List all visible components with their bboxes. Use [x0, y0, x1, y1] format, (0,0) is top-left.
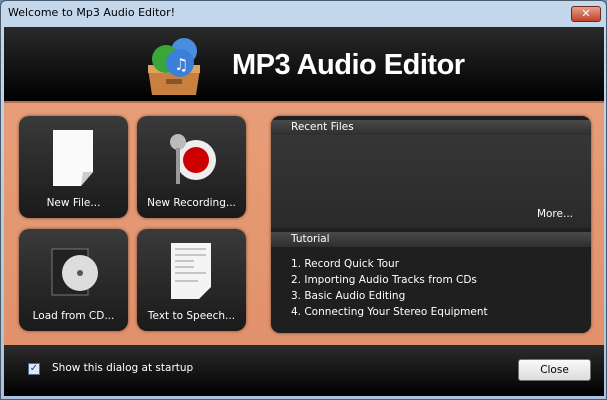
show-at-startup-label[interactable]: Show this dialog at startup — [52, 362, 193, 374]
load-from-cd-tile[interactable]: Load from CD... — [19, 229, 128, 331]
cd-case-icon — [51, 248, 98, 296]
new-file-tile[interactable]: New File... — [19, 116, 128, 218]
window-close-button[interactable]: ✕ — [571, 6, 601, 22]
close-button[interactable]: Close — [518, 359, 591, 381]
svg-text:♫: ♫ — [174, 55, 188, 74]
header-banner: ♫ MP3 Audio Editor — [4, 27, 604, 101]
tile-label: Load from CD... — [32, 310, 115, 322]
tutorial-link[interactable]: 3. Basic Audio Editing — [291, 288, 488, 304]
window-title: Welcome to Mp3 Audio Editor! — [8, 6, 176, 19]
main-panel: New File... New Recording... Load from C… — [4, 101, 604, 345]
tutorial-link[interactable]: 2. Importing Audio Tracks from CDs — [291, 272, 488, 288]
info-panel: Recent Files More... Tutorial 1. Record … — [271, 116, 591, 333]
text-to-speech-tile[interactable]: Text to Speech... — [137, 229, 246, 331]
new-recording-tile[interactable]: New Recording... — [137, 116, 246, 218]
microphone-record-icon — [170, 134, 216, 184]
show-at-startup-checkbox[interactable]: ✓ — [28, 363, 40, 375]
tutorial-link[interactable]: 4. Connecting Your Stereo Equipment — [291, 304, 488, 320]
tile-label: New File... — [46, 197, 101, 209]
footer: ✓ Show this dialog at startup Close — [4, 345, 604, 396]
tile-label: Text to Speech... — [147, 310, 236, 322]
dialog-window: Welcome to Mp3 Audio Editor! ✕ ♫ MP3 Aud… — [0, 0, 607, 400]
tutorial-list: 1. Record Quick Tour 2. Importing Audio … — [291, 256, 488, 320]
text-document-icon — [171, 243, 211, 299]
app-title: MP3 Audio Editor — [232, 49, 465, 81]
recent-files-header: Recent Files — [271, 120, 591, 135]
more-link[interactable]: More... — [537, 208, 573, 220]
dialog-client: ♫ MP3 Audio Editor New File... New Recor… — [4, 27, 604, 396]
blank-document-icon — [53, 130, 93, 186]
app-logo-icon: ♫ — [148, 38, 200, 95]
tutorial-header: Tutorial — [271, 232, 591, 247]
tile-label: New Recording... — [147, 197, 236, 209]
tutorial-link[interactable]: 1. Record Quick Tour — [291, 256, 488, 272]
